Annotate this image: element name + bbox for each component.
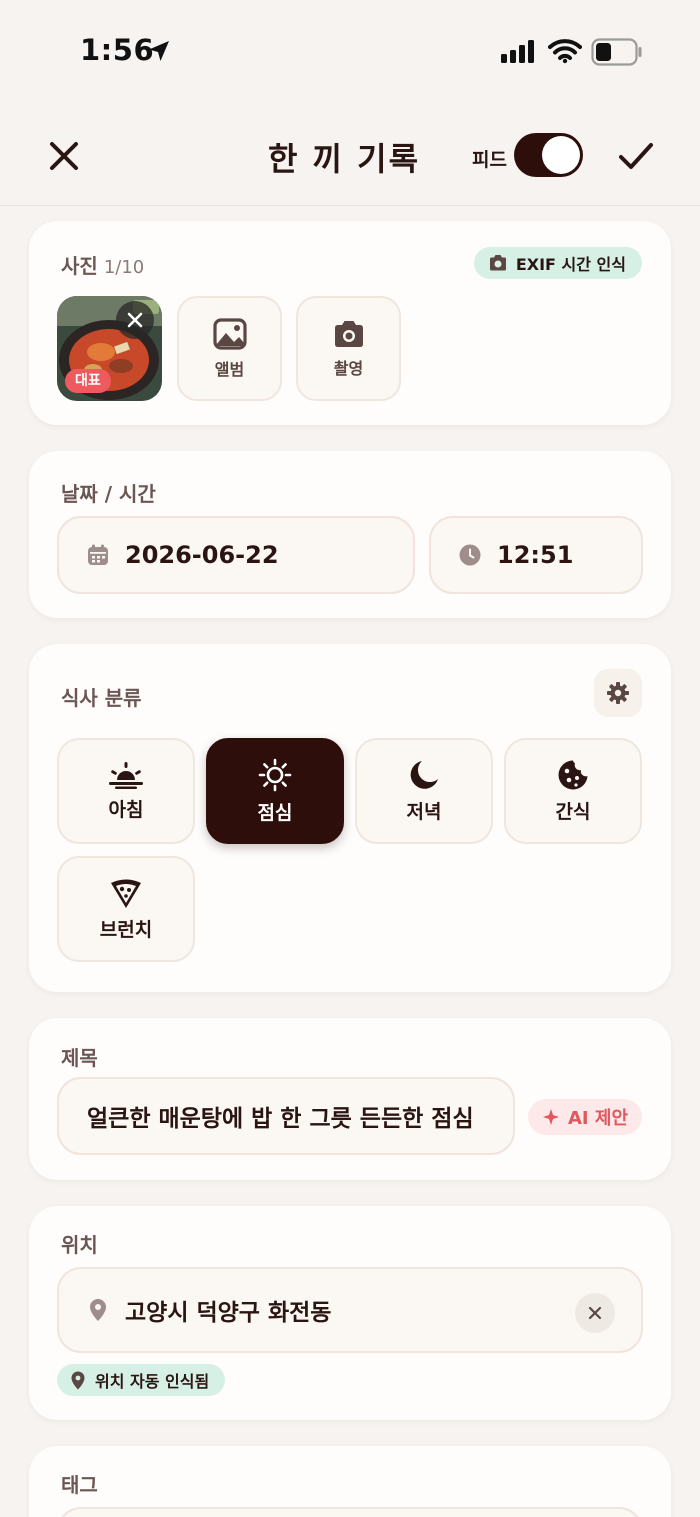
feed-toggle[interactable] <box>514 133 583 177</box>
datetime-section-label: 날짜 / 시간 <box>61 482 156 506</box>
album-button[interactable]: 앨범 <box>177 296 282 401</box>
meal-settings-button[interactable] <box>594 669 642 717</box>
map-pin-icon <box>71 1371 85 1389</box>
tags-card: 태그 <box>29 1446 671 1517</box>
sparkle-icon <box>542 1109 559 1125</box>
page-title: 한 끼 기록 <box>267 140 421 178</box>
status-time: 1:56 <box>80 33 155 67</box>
title-section-label: 제목 <box>61 1046 98 1070</box>
date-field[interactable]: 2026-06-22 <box>57 516 415 594</box>
location-arrow-icon <box>149 41 169 61</box>
camera-button[interactable]: 촬영 <box>296 296 401 401</box>
clear-location-button[interactable] <box>575 1293 615 1333</box>
pizza-slice-icon <box>111 879 141 908</box>
ai-suggest-button[interactable]: AI 제안 <box>527 1099 642 1135</box>
remove-photo-button[interactable] <box>116 301 154 339</box>
location-section-label: 위치 <box>61 1233 98 1257</box>
meal-option-dinner[interactable]: 저녁 <box>355 738 493 844</box>
cookie-icon <box>558 760 588 789</box>
camera-icon <box>489 255 506 271</box>
toggle-knob <box>542 136 580 174</box>
cellular-signal-icon <box>501 40 534 63</box>
time-value: 12:51 <box>497 541 574 569</box>
tags-input[interactable] <box>57 1507 643 1517</box>
navigation-bar: 한 끼 기록 피드 <box>0 100 700 206</box>
map-pin-icon <box>90 1299 106 1321</box>
moon-icon <box>410 760 438 789</box>
meal-option-lunch[interactable]: 점심 <box>206 738 344 844</box>
meal-option-snack[interactable]: 간식 <box>504 738 642 844</box>
title-value: 얼큰한 매운탕에 밥 한 그릇 든든한 점심 <box>87 1106 474 1132</box>
title-input[interactable]: 얼큰한 매운탕에 밥 한 그릇 든든한 점심 <box>57 1077 515 1155</box>
location-value: 고양시 덕양구 화전동 <box>125 1300 332 1326</box>
meal-option-breakfast[interactable]: 아침 <box>57 738 195 844</box>
status-bar: 1:56 <box>0 0 700 100</box>
title-card: 제목 얼큰한 매운탕에 밥 한 그릇 든든한 점심 AI 제안 <box>29 1018 671 1180</box>
location-auto-badge: 위치 자동 인식됨 <box>57 1364 226 1396</box>
representative-badge: 대표 <box>65 369 111 393</box>
clock-icon <box>459 544 481 566</box>
meal-option-brunch[interactable]: 브런치 <box>57 856 195 962</box>
sunrise-icon <box>109 761 143 789</box>
photos-section-label: 사진 1/10 <box>61 254 145 278</box>
image-icon <box>212 317 247 350</box>
datetime-card: 날짜 / 시간 2026-06-22 12:51 <box>29 451 671 618</box>
battery-icon <box>591 38 642 66</box>
photos-card: 사진 1/10 EXIF 시간 인식 대표 앨범 촬영 <box>29 221 671 425</box>
date-value: 2026-06-22 <box>125 541 279 569</box>
location-card: 위치 고양시 덕양구 화전동 위치 자동 인식됨 <box>29 1206 671 1420</box>
meal-type-card: 식사 분류 아침 점심 저녁 간식 브런치 <box>29 644 671 992</box>
exif-time-badge: EXIF 시간 인식 <box>473 247 642 279</box>
tags-section-label: 태그 <box>61 1473 98 1497</box>
wifi-icon <box>548 39 582 64</box>
close-icon <box>588 1306 602 1320</box>
meal-type-section-label: 식사 분류 <box>61 686 142 710</box>
gear-icon <box>607 682 629 704</box>
photo-count: 1/10 <box>103 257 145 278</box>
calendar-icon <box>88 544 108 565</box>
feed-toggle-label: 피드 <box>472 149 507 171</box>
checkmark-icon[interactable] <box>614 134 658 178</box>
sun-icon <box>258 758 292 791</box>
camera-icon <box>334 320 363 347</box>
close-icon <box>127 312 143 328</box>
time-field[interactable]: 12:51 <box>429 516 643 594</box>
location-field[interactable]: 고양시 덕양구 화전동 <box>57 1267 643 1353</box>
